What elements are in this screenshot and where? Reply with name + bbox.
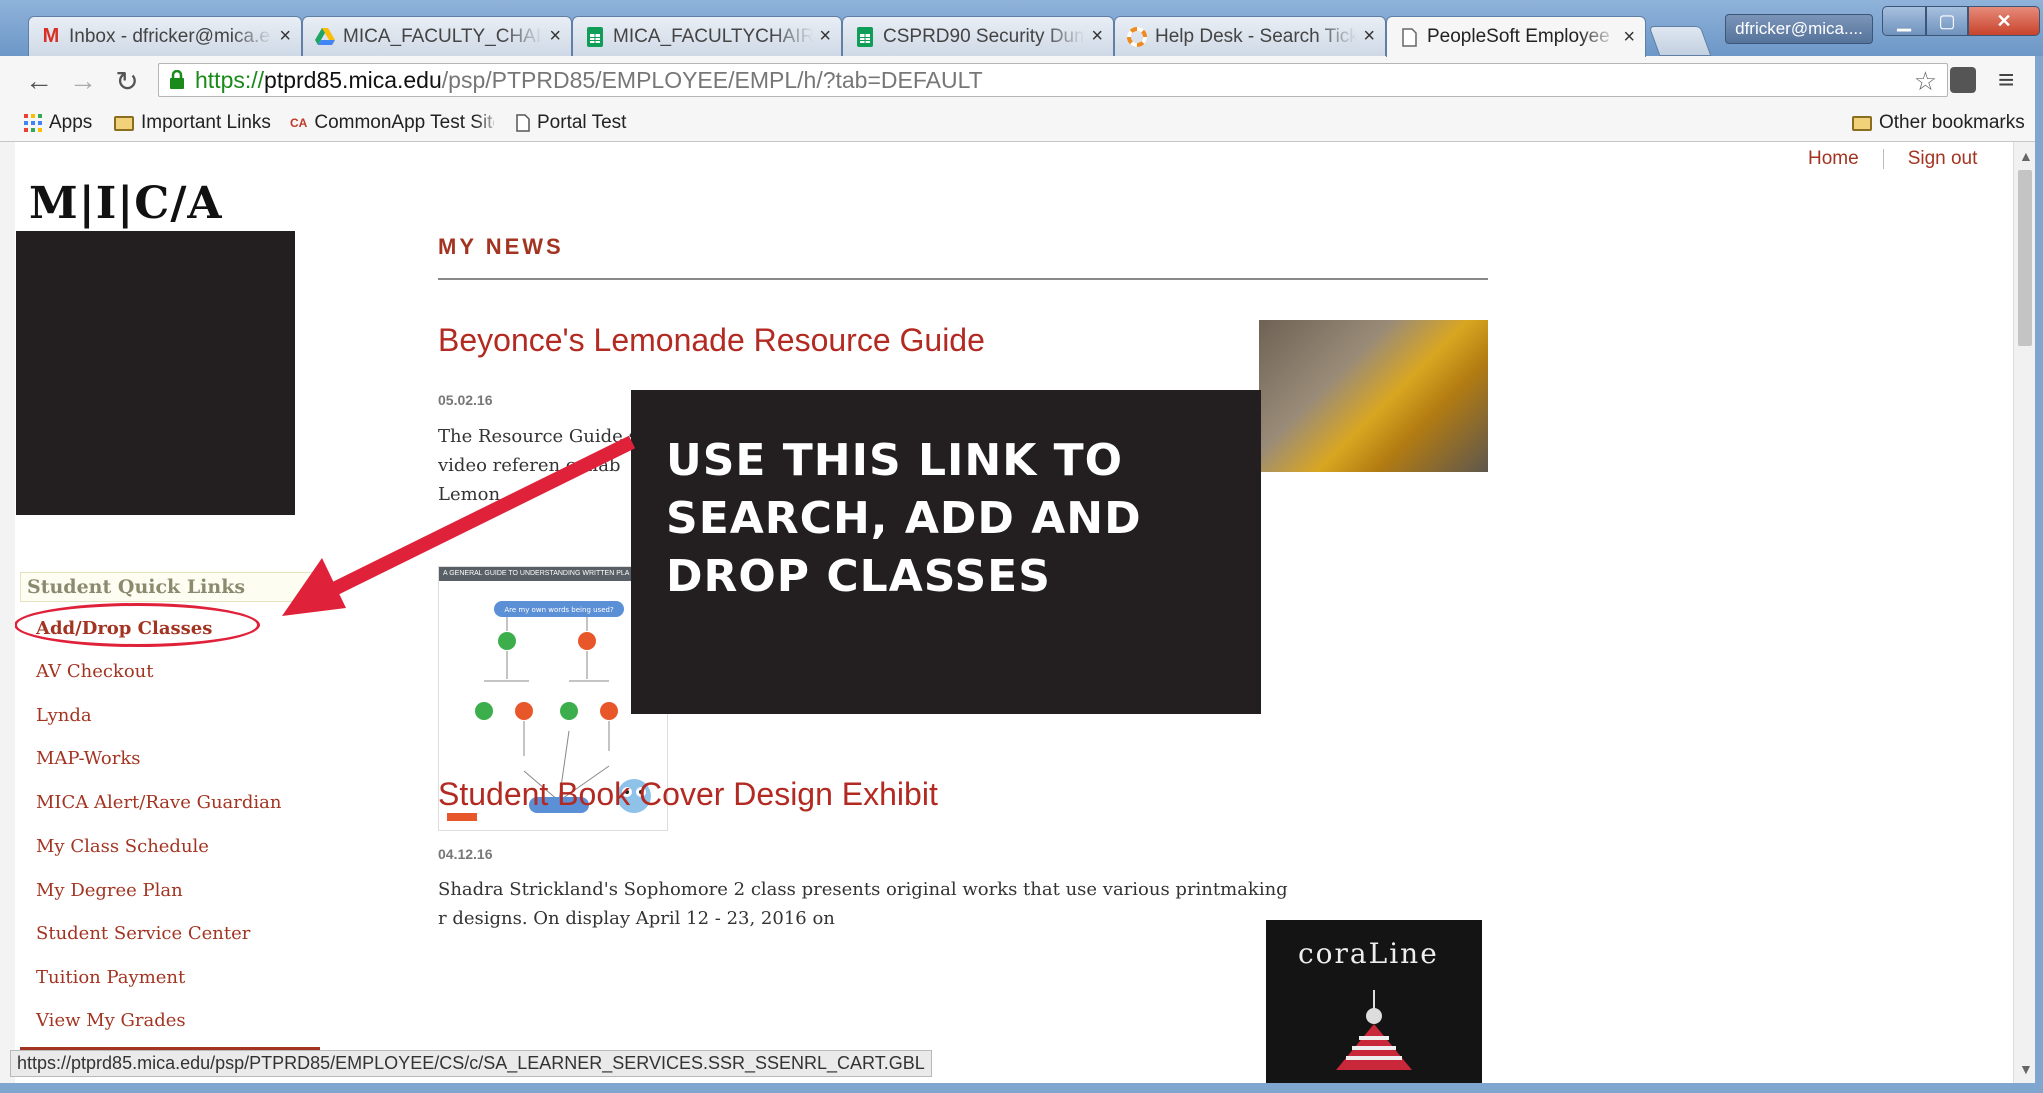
signout-link[interactable]: Sign out: [1908, 148, 1978, 170]
callout-text: USE THIS LINK TO SEARCH, ADD AND DROP CL…: [666, 435, 1142, 602]
tab-strip: M Inbox - dfricker@mica.e × MICA_FACULTY…: [0, 0, 2043, 57]
bookmark-commonapp[interactable]: CA CommonApp Test Site: [290, 110, 494, 136]
minimize-icon: ▁: [1897, 10, 1911, 31]
window-border: [2035, 56, 2043, 1093]
quick-link-degree-plan[interactable]: My Degree Plan: [36, 880, 183, 901]
tab-drive[interactable]: MICA_FACULTY_CHAIR ×: [302, 16, 572, 56]
new-tab-button[interactable]: [1648, 26, 1712, 56]
maximize-icon: ▢: [1938, 10, 1956, 31]
bookmark-portal-test[interactable]: Portal Test: [516, 110, 626, 136]
maximize-button[interactable]: ▢: [1926, 6, 1968, 36]
quick-link-view-grades[interactable]: View My Grades: [36, 1010, 186, 1031]
gmail-icon: M: [42, 25, 60, 47]
tab-helpdesk[interactable]: Help Desk - Search Tick ×: [1114, 16, 1386, 56]
quick-link-mica-alert[interactable]: MICA Alert/Rave Guardian: [36, 792, 282, 813]
lifebuoy-icon: [1127, 26, 1147, 47]
home-link[interactable]: Home: [1808, 148, 1859, 170]
header-links: Home Sign out: [1808, 148, 1977, 170]
arrow-right-icon: →: [69, 65, 97, 96]
page-icon: [1399, 27, 1419, 47]
chevron-up-icon[interactable]: ▲: [2019, 148, 2033, 164]
profile-photo-placeholder: [16, 231, 295, 515]
article-title-book-cover[interactable]: Student Book Cover Design Exhibit: [438, 776, 938, 813]
tab-gmail[interactable]: M Inbox - dfricker@mica.e ×: [28, 16, 302, 56]
folder-icon: [114, 115, 134, 131]
chevron-down-icon[interactable]: ▼: [2019, 1061, 2033, 1077]
window-close-button[interactable]: ✕: [1968, 6, 2040, 36]
tab-sheets-csprd90[interactable]: CSPRD90 Security Dum ×: [842, 16, 1114, 56]
url-path: /psp/PTPRD85/EMPLOYEE/EMPL/h/?tab=DEFAUL…: [441, 66, 983, 93]
close-icon: ✕: [1996, 10, 2012, 31]
url-scheme: https://: [195, 66, 265, 93]
article-body-line: Shadra Strickland's Sophomore 2 class pr…: [438, 879, 1288, 900]
url-host: ptprd85.mica.edu: [264, 66, 442, 93]
close-icon[interactable]: ×: [819, 25, 831, 48]
close-icon[interactable]: ×: [1363, 25, 1375, 48]
lock-icon: [167, 70, 187, 90]
tab-peoplesoft[interactable]: PeopleSoft Employee P ×: [1386, 16, 1646, 57]
apps-grid-icon: [24, 114, 42, 132]
tab-sheets-facultychair[interactable]: MICA_FACULTYCHAIR 4 ×: [572, 16, 842, 56]
divider: [1882, 149, 1884, 169]
google-sheets-icon: [585, 26, 605, 47]
quick-link-lynda[interactable]: Lynda: [36, 705, 92, 726]
close-icon[interactable]: ×: [549, 25, 561, 48]
page-content: Home Sign out M|I|C/A Student Quick Link…: [0, 142, 2043, 1083]
article-body-line: The Resource Guide sh: [438, 426, 650, 447]
quick-links-header: Student Quick Links: [20, 572, 320, 602]
profile-button[interactable]: dfricker@mica....: [1725, 14, 1873, 44]
article-body-line: video referen collab: [438, 455, 621, 476]
article-title-lemonade[interactable]: Beyonce's Lemonade Resource Guide: [438, 322, 985, 359]
coraline-title: coraLine: [1298, 937, 1439, 970]
mica-logo[interactable]: M|I|C/A: [29, 178, 223, 229]
close-icon[interactable]: ×: [279, 25, 291, 48]
minimize-button[interactable]: ▁: [1882, 6, 1926, 36]
article-date: 04.12.16: [438, 846, 493, 862]
arrow-left-icon: ←: [25, 65, 53, 96]
close-icon[interactable]: ×: [1091, 25, 1103, 48]
bookmarks-bar: Apps Important Links CA CommonApp Test S…: [0, 104, 2043, 142]
forward-button[interactable]: →: [68, 65, 98, 96]
address-bar[interactable]: https://ptprd85.mica.edu/psp/PTPRD85/EMP…: [158, 63, 1948, 97]
close-icon[interactable]: ×: [1623, 26, 1635, 49]
google-sheets-icon: [855, 26, 875, 47]
article-date: 05.02.16: [438, 392, 493, 408]
folder-icon: [1852, 115, 1872, 131]
quick-link-av-checkout[interactable]: AV Checkout: [36, 661, 154, 682]
menu-icon[interactable]: ≡: [1998, 64, 2014, 96]
news-heading: MY NEWS: [438, 234, 564, 259]
reload-button[interactable]: ↻: [112, 65, 142, 97]
page-icon: [516, 114, 530, 132]
bookmark-other[interactable]: Other bookmarks: [1852, 110, 2025, 136]
quick-link-class-schedule[interactable]: My Class Schedule: [36, 836, 209, 857]
extension-icon[interactable]: [1950, 67, 1976, 93]
bookmark-star-icon[interactable]: ☆: [1914, 66, 1937, 97]
commonapp-icon: CA: [290, 116, 308, 130]
status-bar: https://ptprd85.mica.edu/psp/PTPRD85/EMP…: [10, 1050, 932, 1077]
highlight-circle: [14, 603, 260, 647]
reload-icon: ↻: [115, 65, 139, 97]
bookmark-important-links[interactable]: Important Links: [114, 110, 271, 136]
divider: [438, 278, 1488, 280]
page-left-margin: [0, 142, 15, 1083]
scrollbar-thumb[interactable]: [2018, 170, 2032, 346]
quick-link-map-works[interactable]: MAP-Works: [36, 748, 141, 769]
article-body-line: r designs. On display April 12 - 23, 201…: [438, 908, 835, 929]
google-drive-icon: [315, 27, 335, 47]
window-border: [0, 1083, 2043, 1093]
quick-link-student-service-center[interactable]: Student Service Center: [36, 923, 250, 944]
back-button[interactable]: ←: [24, 65, 54, 96]
browser-toolbar: ← → ↻ https://ptprd85.mica.edu/psp/PTPRD…: [0, 56, 2043, 104]
vertical-scrollbar[interactable]: ▲ ▼: [2013, 142, 2036, 1083]
article-body-line: Lemon: [438, 484, 501, 505]
guide-question: Are my own words being used?: [504, 606, 614, 614]
article-image-lemonade[interactable]: [1259, 320, 1488, 472]
quick-link-tuition-payment[interactable]: Tuition Payment: [36, 967, 185, 988]
bookmark-apps[interactable]: Apps: [24, 110, 92, 136]
